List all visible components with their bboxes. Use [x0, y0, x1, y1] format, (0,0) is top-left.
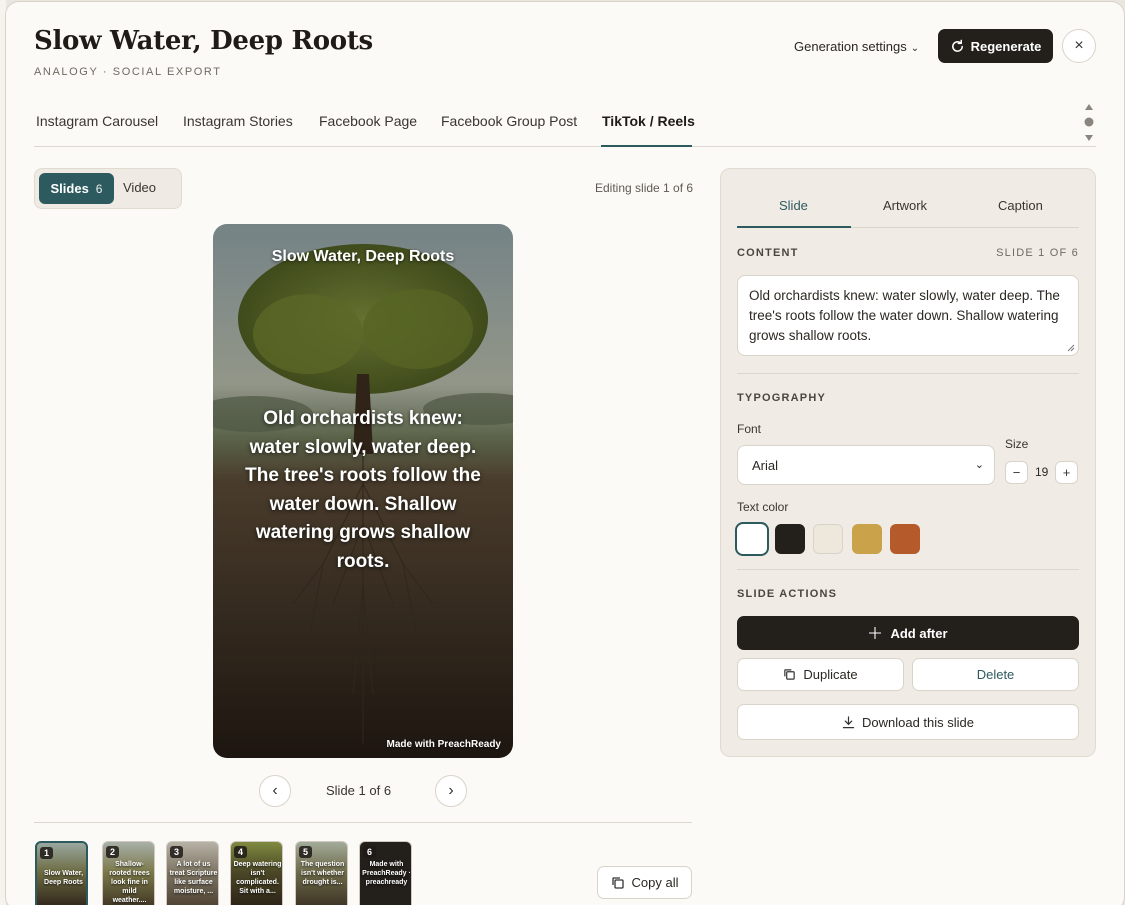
previous-slide-button[interactable]: ‹ [259, 775, 291, 807]
section-divider [737, 373, 1079, 374]
chevron-right-icon: › [448, 782, 454, 799]
chevron-down-icon: ⌄ [974, 459, 984, 471]
thumbnail-text: Made with PreachReady · preachready [362, 861, 411, 886]
size-label: Size [1005, 437, 1029, 451]
slide-content-text: Old orchardists knew: water slowly, wate… [749, 288, 1060, 343]
copy-all-button[interactable]: Copy all [597, 866, 692, 899]
color-swatch-cream[interactable] [813, 524, 843, 554]
thumbnail-text: Shallow-rooted trees look fine in mild w… [109, 861, 150, 904]
copy-icon [611, 876, 624, 889]
decrease-size-button[interactable]: − [1005, 461, 1028, 484]
font-label: Font [737, 422, 762, 436]
close-button[interactable]: × [1062, 29, 1096, 63]
chevron-left-icon: ‹ [272, 782, 278, 799]
color-swatch-black[interactable] [775, 524, 805, 554]
tab-scroll-indicator[interactable] [1082, 102, 1096, 144]
thumbnail-number: 5 [299, 846, 313, 858]
regenerate-button[interactable]: Regenerate [938, 29, 1053, 63]
slides-mode-button[interactable]: Slides 6 [39, 173, 114, 204]
slide-editor-panel: Slide Artwork Caption CONTENT SLIDE 1 OF… [720, 168, 1096, 757]
add-after-label: Add after [890, 625, 948, 641]
page-title: Slow Water, Deep Roots [34, 26, 373, 56]
active-tab-indicator [601, 145, 692, 147]
platform-tabs: Instagram Carousel Instagram Stories Fac… [34, 102, 1096, 147]
thumbnail-text: Slow Water, Deep Roots [43, 870, 84, 886]
increase-size-button[interactable]: + [1055, 461, 1078, 484]
delete-label: Delete [976, 667, 1015, 682]
slide-actions-label: SLIDE ACTIONS [737, 588, 838, 600]
page-subtitle: ANALOGY · SOCIAL EXPORT [34, 66, 222, 78]
thumbnail-number: 3 [170, 846, 184, 858]
color-swatch-white[interactable] [735, 522, 769, 556]
slide-thumbnail[interactable]: 4 Deep watering isn't complicated. Sit w… [230, 841, 283, 905]
panel-tab-caption[interactable]: Caption [998, 198, 1043, 213]
panel-tab-slide[interactable]: Slide [779, 198, 808, 213]
slide-thumbnail[interactable]: 1 Slow Water, Deep Roots [35, 841, 88, 905]
tab-facebook-page[interactable]: Facebook Page [319, 113, 417, 129]
section-divider [737, 569, 1079, 570]
slide-thumbnail[interactable]: 3 A lot of us treat Scripture like surfa… [166, 841, 219, 905]
typography-section-label: TYPOGRAPHY [737, 392, 827, 404]
font-size-value: 19 [1035, 465, 1049, 479]
plus-icon [869, 627, 882, 639]
chevron-down-icon: ⌄ [910, 43, 920, 54]
minus-icon: − [1012, 465, 1021, 480]
slide-thumbnail[interactable]: 6 Made with PreachReady · preachready [359, 841, 412, 905]
preview-body-text: Old orchardists knew: water slowly, wate… [245, 408, 481, 572]
preview-watermark: Made with PreachReady [386, 739, 501, 750]
close-icon: × [1074, 37, 1084, 54]
add-after-button[interactable]: Add after [737, 616, 1079, 650]
slide-preview: Slow Water, Deep Roots Old orchardists k… [213, 224, 513, 758]
duplicate-icon [784, 669, 796, 680]
tab-facebook-group-post[interactable]: Facebook Group Post [441, 113, 577, 129]
thumbnail-divider [34, 822, 692, 823]
slide-thumbnail[interactable]: 2 Shallow-rooted trees look fine in mild… [102, 841, 155, 905]
delete-button[interactable]: Delete [912, 658, 1079, 691]
text-color-label: Text color [737, 500, 789, 514]
social-export-modal: Slow Water, Deep Roots ANALOGY · SOCIAL … [5, 1, 1125, 905]
download-slide-button[interactable]: Download this slide [737, 704, 1079, 740]
thumbnail-number: 4 [234, 846, 248, 858]
panel-tab-artwork[interactable]: Artwork [883, 198, 927, 213]
editing-status: Editing slide 1 of 6 [595, 181, 694, 195]
thumbnail-number: 6 [363, 846, 377, 858]
duplicate-label: Duplicate [803, 667, 858, 682]
tab-instagram-stories[interactable]: Instagram Stories [183, 113, 293, 129]
download-icon [842, 715, 855, 728]
duplicate-button[interactable]: Duplicate [737, 658, 904, 691]
tab-tiktok-reels[interactable]: TikTok / Reels [602, 113, 695, 129]
content-slide-indicator: SLIDE 1 OF 6 [996, 247, 1079, 259]
download-slide-label: Download this slide [861, 714, 974, 730]
mode-toggle: Slides 6 Video [34, 168, 182, 209]
regenerate-label: Regenerate [970, 38, 1042, 54]
plus-icon: + [1062, 465, 1071, 480]
thumbnail-text: A lot of us treat Scripture like surface… [169, 861, 218, 895]
color-swatch-rust[interactable] [890, 524, 920, 554]
thumbnail-text: The question isn't whether drought is... [300, 861, 345, 886]
refresh-icon [951, 39, 963, 52]
video-mode-button[interactable]: Video [123, 180, 156, 195]
color-swatch-gold[interactable] [852, 524, 882, 554]
slide-counter: Slide 1 of 6 [326, 783, 392, 798]
thumbnail-number: 1 [40, 847, 54, 859]
slide-thumbnail[interactable]: 5 The question isn't whether drought is.… [295, 841, 348, 905]
slides-mode-label: Slides [50, 181, 89, 196]
tab-instagram-carousel[interactable]: Instagram Carousel [36, 113, 158, 129]
preview-title: Slow Water, Deep Roots [271, 248, 455, 265]
thumbnail-number: 2 [106, 846, 120, 858]
font-select[interactable]: Arial ⌄ [737, 445, 995, 485]
thumbnail-text: Deep watering isn't complicated. Sit wit… [233, 861, 282, 895]
resize-handle-icon[interactable] [1067, 344, 1075, 352]
font-select-value: Arial [752, 457, 779, 473]
slide-content-textarea[interactable]: Old orchardists knew: water slowly, wate… [737, 275, 1079, 356]
next-slide-button[interactable]: › [435, 775, 467, 807]
panel-active-tab-indicator [737, 226, 851, 228]
generation-settings-label: Generation settings [794, 39, 907, 54]
copy-all-label: Copy all [631, 875, 679, 890]
slides-count-badge: 6 [95, 181, 103, 196]
content-section-label: CONTENT [737, 247, 799, 259]
generation-settings-dropdown[interactable]: Generation settings ⌄ [794, 39, 919, 54]
